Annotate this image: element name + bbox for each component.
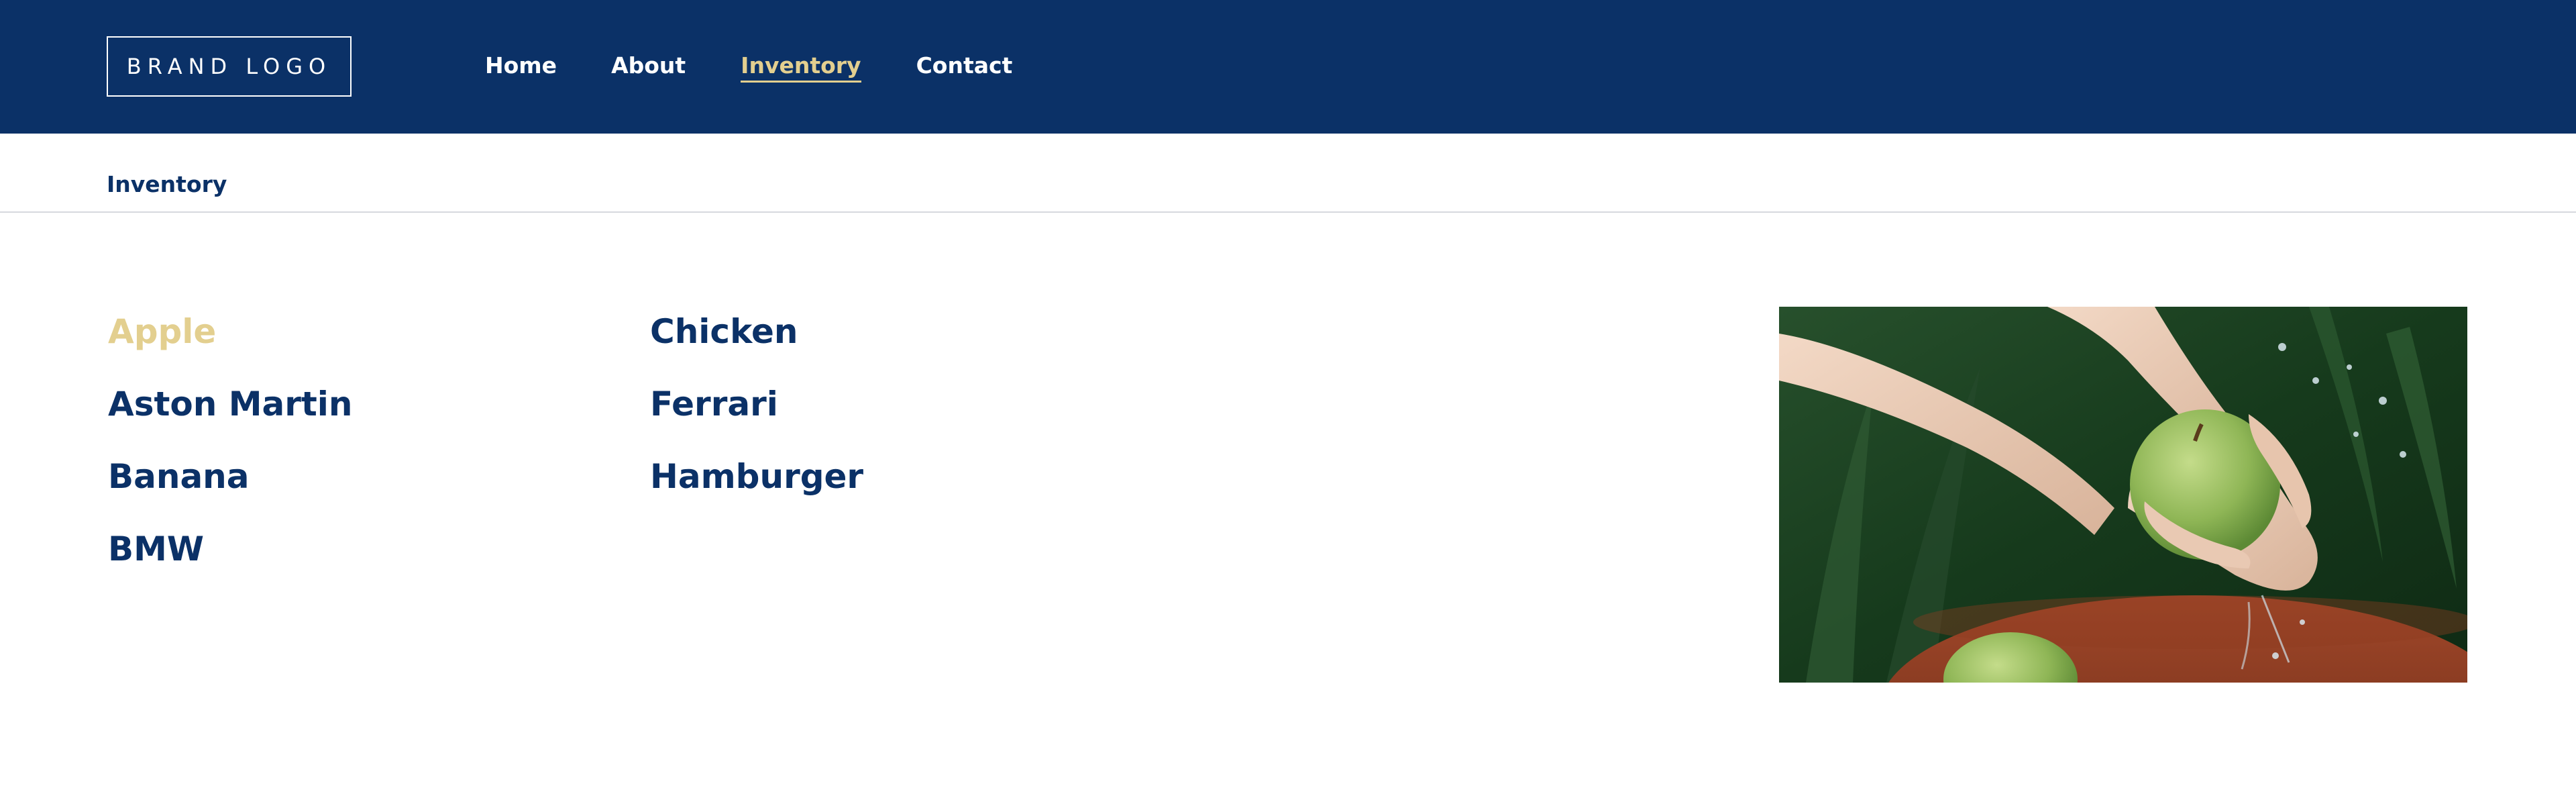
main-nav: Home About Inventory Contact [485,51,1012,83]
inventory-item-chicken[interactable]: Chicken [650,295,863,368]
site-header: BRAND LOGO Home About Inventory Contact [0,0,2576,134]
page-title-bar: Inventory [0,134,2576,213]
inventory-item-aston-martin[interactable]: Aston Martin [108,368,353,440]
inventory-item-apple[interactable]: Apple [108,295,353,368]
brand-logo[interactable]: BRAND LOGO [107,36,352,97]
page-title: Inventory [107,171,227,197]
inventory-item-ferrari[interactable]: Ferrari [650,368,863,440]
inventory-item-banana[interactable]: Banana [108,440,353,513]
apple-photo-illustration [1779,307,2467,683]
featured-image [1779,307,2467,683]
nav-inventory-link[interactable]: Inventory [741,51,861,83]
inventory-column-a: Apple Aston Martin Banana BMW [108,295,353,585]
inventory-column-b: Chicken Ferrari Hamburger [650,295,863,513]
nav-contact-link[interactable]: Contact [916,51,1013,83]
inventory-item-hamburger[interactable]: Hamburger [650,440,863,513]
inventory-item-bmw[interactable]: BMW [108,513,353,585]
nav-about-link[interactable]: About [611,51,686,83]
nav-home-link[interactable]: Home [485,51,557,83]
